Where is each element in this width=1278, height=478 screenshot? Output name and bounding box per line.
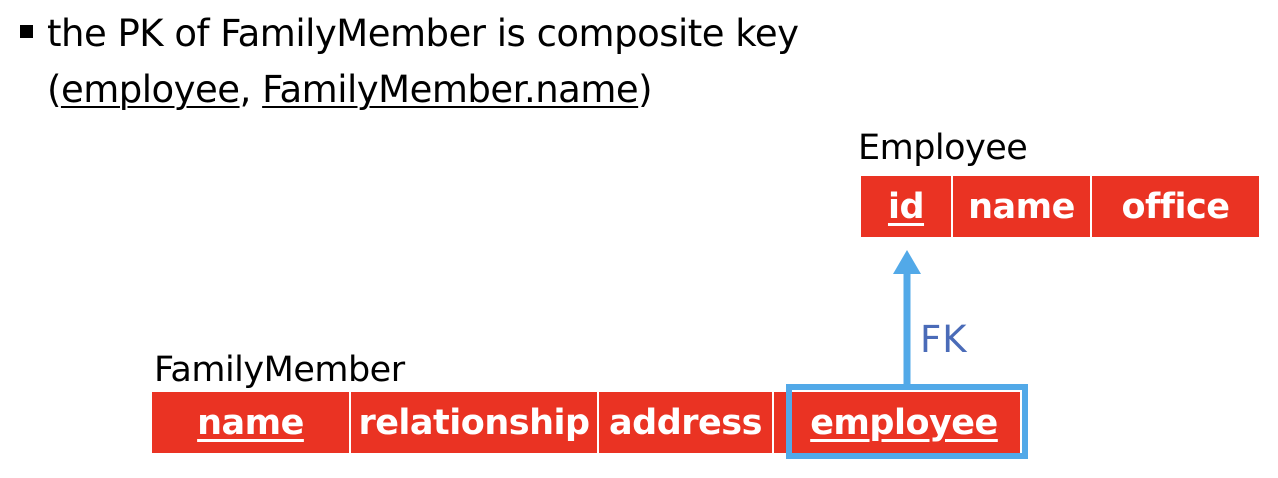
fk-arrow	[893, 250, 921, 384]
fk-label: FK	[920, 318, 968, 361]
fk-arrow-head-icon	[893, 250, 921, 274]
